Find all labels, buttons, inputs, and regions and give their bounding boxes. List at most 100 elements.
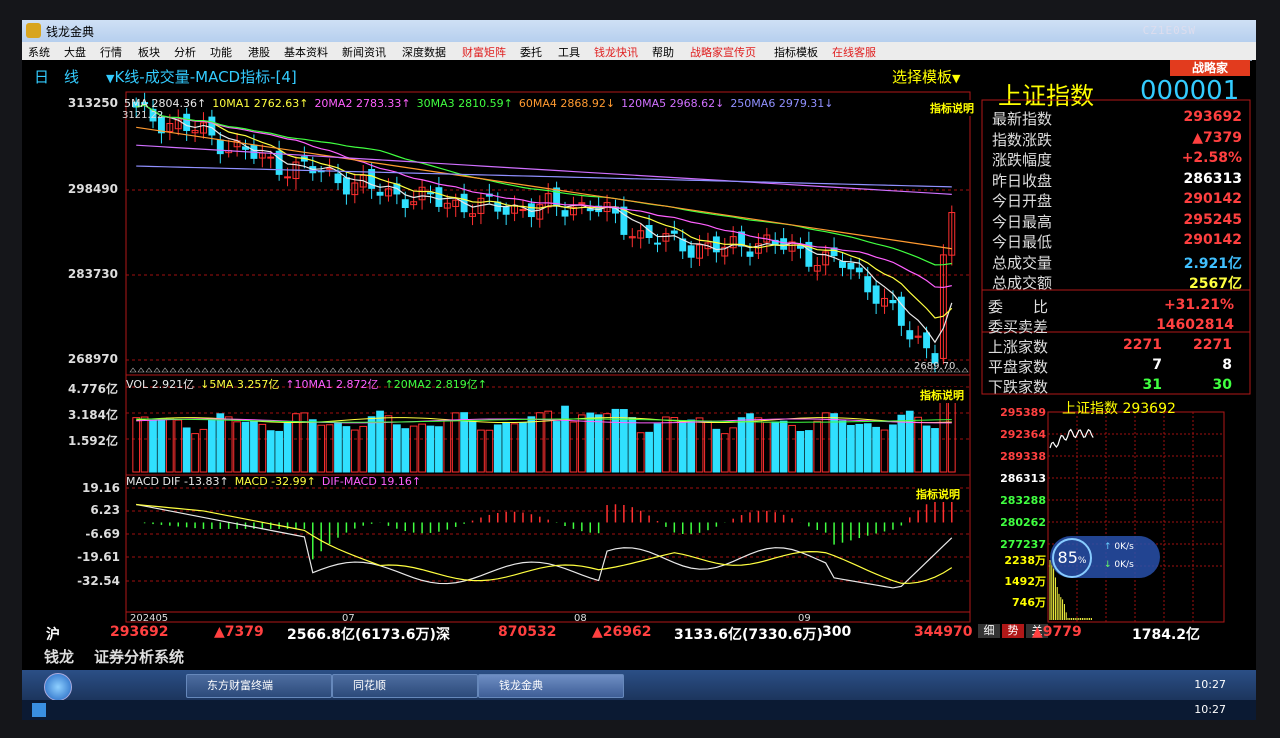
taskbar-app-1[interactable]: 东方财富终端 xyxy=(186,674,332,698)
tick-marker xyxy=(537,367,545,373)
tick-marker xyxy=(209,367,217,373)
volume-bar xyxy=(468,421,477,473)
candle-body xyxy=(780,238,788,250)
tick-marker xyxy=(673,367,681,373)
quote-label: 总成交量 xyxy=(992,253,1053,272)
tick-marker xyxy=(769,367,777,373)
upload-speed: 0K/s xyxy=(1114,542,1134,552)
tick-marker xyxy=(345,367,353,373)
tick-marker xyxy=(577,367,585,373)
candle-body xyxy=(267,156,275,159)
tick-marker xyxy=(817,367,825,373)
macdAxis-label: -32.54 xyxy=(77,574,120,588)
volume-bar xyxy=(258,423,267,473)
tick-marker xyxy=(873,367,881,373)
tick-marker xyxy=(289,367,297,373)
ticker-field: 300 xyxy=(822,624,852,640)
breadth-label: 平盘家数 xyxy=(988,358,1049,376)
mini-price-label: 283288 xyxy=(1000,494,1046,507)
breadth-label: 下跌家数 xyxy=(988,378,1049,396)
volAxis-label: 3.184亿 xyxy=(68,408,118,422)
volume-bar xyxy=(308,419,317,473)
kline-indicator-note[interactable]: 指标说明 xyxy=(930,100,974,116)
volume-bar xyxy=(216,413,225,473)
volume-bar xyxy=(779,420,788,473)
ticker-field: 深 xyxy=(436,627,450,643)
tick-marker xyxy=(369,367,377,373)
volume-bar xyxy=(451,412,460,473)
tick-marker xyxy=(617,367,625,373)
taskbar-app-3[interactable]: 钱龙金典 xyxy=(478,674,624,698)
volume-bar xyxy=(241,421,250,473)
ma30-line xyxy=(136,104,952,266)
candle-body xyxy=(670,230,678,234)
mini-chart-title: 上证指数 293692 xyxy=(1062,401,1176,417)
legend-item: 10MA1 2762.63↑ xyxy=(212,97,309,110)
tick-marker xyxy=(585,367,593,373)
volume-bar xyxy=(519,422,527,473)
tick-marker xyxy=(529,367,537,373)
tick-marker xyxy=(473,367,481,373)
legend-item: ↓5MA 3.257亿 xyxy=(200,378,280,391)
tick-marker xyxy=(905,367,913,373)
volume-indicator-note[interactable]: 指标说明 xyxy=(920,387,964,403)
volume-bar xyxy=(594,414,603,473)
mini-tab-1[interactable]: 势 xyxy=(1002,624,1024,638)
volume-bar xyxy=(409,425,418,473)
tick-marker xyxy=(657,367,665,373)
candle-body xyxy=(183,113,191,131)
volume-bar xyxy=(157,419,166,473)
volume-bar xyxy=(367,416,376,473)
tick-marker xyxy=(793,367,801,373)
quote-label: 最新指数 xyxy=(992,110,1053,128)
candle-body xyxy=(334,173,342,184)
volume-bar xyxy=(342,426,351,473)
monitor-bezel: 钱龙金典 CZ1E0SW —❐✕ 系统大盘行情板块分析功能港股基本资料新闻资讯深… xyxy=(0,0,1280,738)
volume-bar xyxy=(737,417,746,473)
tick-marker xyxy=(489,367,497,373)
percent-value: 85 xyxy=(1057,548,1078,567)
tick-marker xyxy=(777,367,785,373)
windows-icon[interactable] xyxy=(32,703,46,717)
tick-marker xyxy=(521,367,529,373)
tick-marker xyxy=(313,367,321,373)
volume-bar xyxy=(577,414,586,473)
volume-bar xyxy=(771,421,780,473)
kline-chart[interactable] xyxy=(22,20,1256,720)
macd-indicator-note[interactable]: 指标说明 xyxy=(916,486,960,502)
tick-marker xyxy=(297,367,305,373)
volume-bar xyxy=(552,421,561,473)
tick-marker xyxy=(169,367,177,373)
tick-marker xyxy=(809,367,817,373)
taskbar: 东方财富终端 同花顺 钱龙金典 10:27 xyxy=(22,670,1256,701)
taskbar-app-2[interactable]: 同花顺 xyxy=(332,674,478,698)
candle-body xyxy=(889,299,897,304)
macd-legend: MACD DIF -13.83↑ MACD -32.99↑ DIF-MACD 19.… xyxy=(126,475,427,488)
breadth-value: 31 xyxy=(1142,377,1162,393)
volume-bar xyxy=(569,421,578,473)
candle-body xyxy=(654,242,661,245)
volume-bar xyxy=(645,431,653,473)
quote-value: 14602814 xyxy=(1156,317,1234,333)
volume-bar xyxy=(435,426,443,473)
tick-marker xyxy=(785,367,793,373)
tick-marker xyxy=(257,367,265,373)
volume-bar xyxy=(460,412,468,473)
start-button[interactable] xyxy=(44,673,72,701)
candle-body xyxy=(435,187,443,207)
ticker-field: ▲26962 xyxy=(592,624,652,640)
volume-bar xyxy=(250,420,258,473)
ticker-field: 3133.6亿(7330.6万) xyxy=(674,627,823,643)
volume-bar xyxy=(628,417,637,473)
mini-tab-0[interactable]: 细 xyxy=(978,624,1000,638)
volume-bar xyxy=(704,420,712,473)
net-speed-widget[interactable]: 85% ↑ 0K/s ↓ 0K/s xyxy=(1050,536,1160,578)
volume-bar xyxy=(897,414,906,473)
ticker-field: 2566.8亿(6173.6万) xyxy=(287,627,436,643)
volume-bar xyxy=(401,428,410,473)
quote-value: 290142 xyxy=(1183,232,1242,248)
volAxis-label: 4.776亿 xyxy=(68,382,118,396)
priceAxis-label: 268970 xyxy=(67,352,118,366)
tick-marker xyxy=(825,367,833,373)
tick-marker xyxy=(801,367,809,373)
